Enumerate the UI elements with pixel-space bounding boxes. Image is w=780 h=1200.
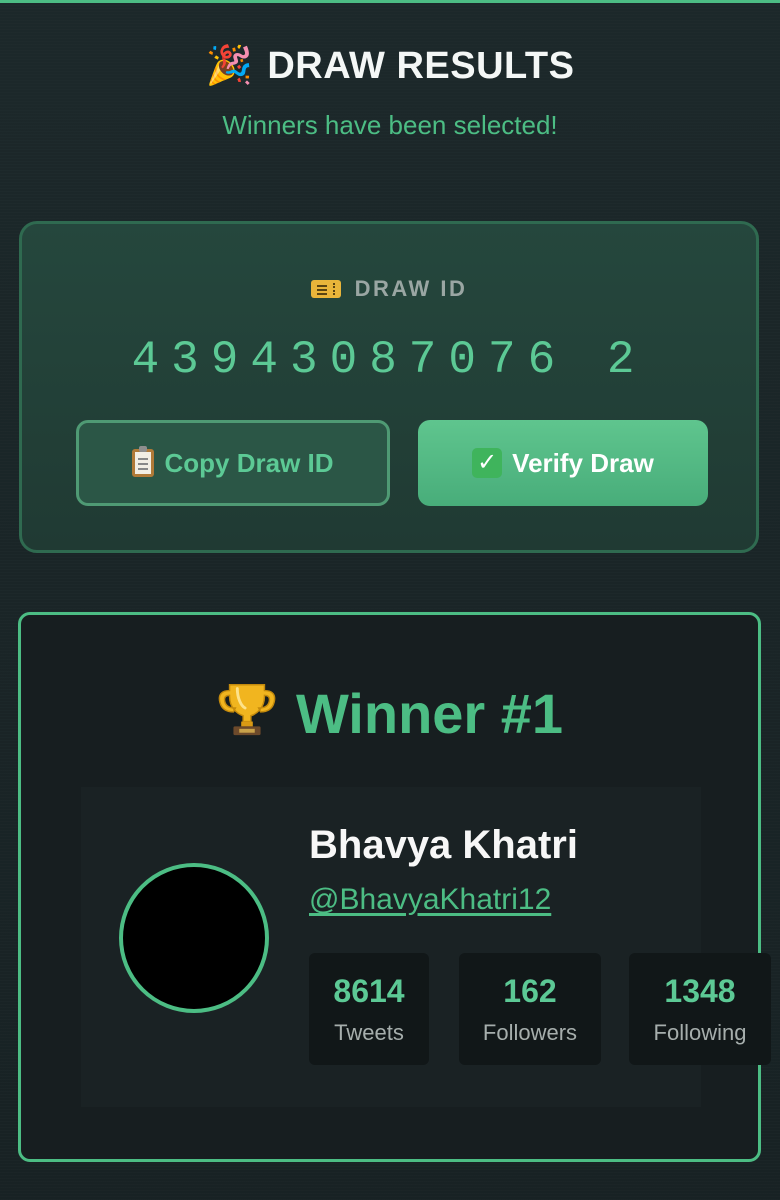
copy-draw-id-label: Copy Draw ID <box>164 447 334 478</box>
avatar[interactable] <box>119 863 269 1013</box>
winner-title-text: Winner #1 <box>295 682 564 745</box>
page-title-text: DRAW RESULTS <box>267 44 575 87</box>
results-header: 🎉 DRAW RESULTS Winners have been selecte… <box>0 44 780 141</box>
stat-label: Following <box>653 1020 747 1045</box>
copy-draw-id-button[interactable]: Copy Draw ID <box>76 420 390 506</box>
page-subtitle: Winners have been selected! <box>222 110 558 140</box>
winner-handle-link[interactable]: @BhavyaKhatri12 <box>309 883 551 917</box>
top-accent-line <box>0 0 780 3</box>
draw-id-label: DRAW ID <box>22 276 756 302</box>
page-title: 🎉 DRAW RESULTS <box>205 44 574 88</box>
ticket-icon <box>310 280 341 298</box>
verify-draw-label: Verify Draw <box>512 447 654 478</box>
clipboard-icon <box>132 446 155 477</box>
party-popper-icon: 🎉 <box>205 45 254 87</box>
draw-id-value: 43943087076 2 <box>131 334 647 386</box>
stat-tweets: 8614 Tweets <box>309 953 429 1065</box>
draw-id-label-text: DRAW ID <box>354 276 468 301</box>
winner-card: Winner #1 Bhavya Khatri @BhavyaKhatri12 … <box>18 612 771 1162</box>
winner-title: Winner #1 <box>21 677 758 746</box>
winner-profile: Bhavya Khatri @BhavyaKhatri12 8614 Tweet… <box>81 787 771 1107</box>
winner-name: Bhavya Khatri <box>309 823 578 867</box>
stat-followers: 162 Followers <box>459 953 601 1065</box>
stat-value: 8614 <box>333 973 405 1009</box>
stat-label: Tweets <box>334 1020 404 1045</box>
verify-draw-button[interactable]: ✓ Verify Draw <box>418 420 708 506</box>
stat-value: 1348 <box>664 973 736 1009</box>
draw-id-card: DRAW ID 43943087076 2 Copy Draw ID ✓ Ver… <box>19 221 759 553</box>
trophy-icon <box>218 684 276 736</box>
stat-label: Followers <box>482 1020 578 1045</box>
stat-following: 1348 Following <box>629 953 771 1065</box>
check-mark-icon: ✓ <box>472 448 503 478</box>
stat-value: 162 <box>503 973 557 1009</box>
